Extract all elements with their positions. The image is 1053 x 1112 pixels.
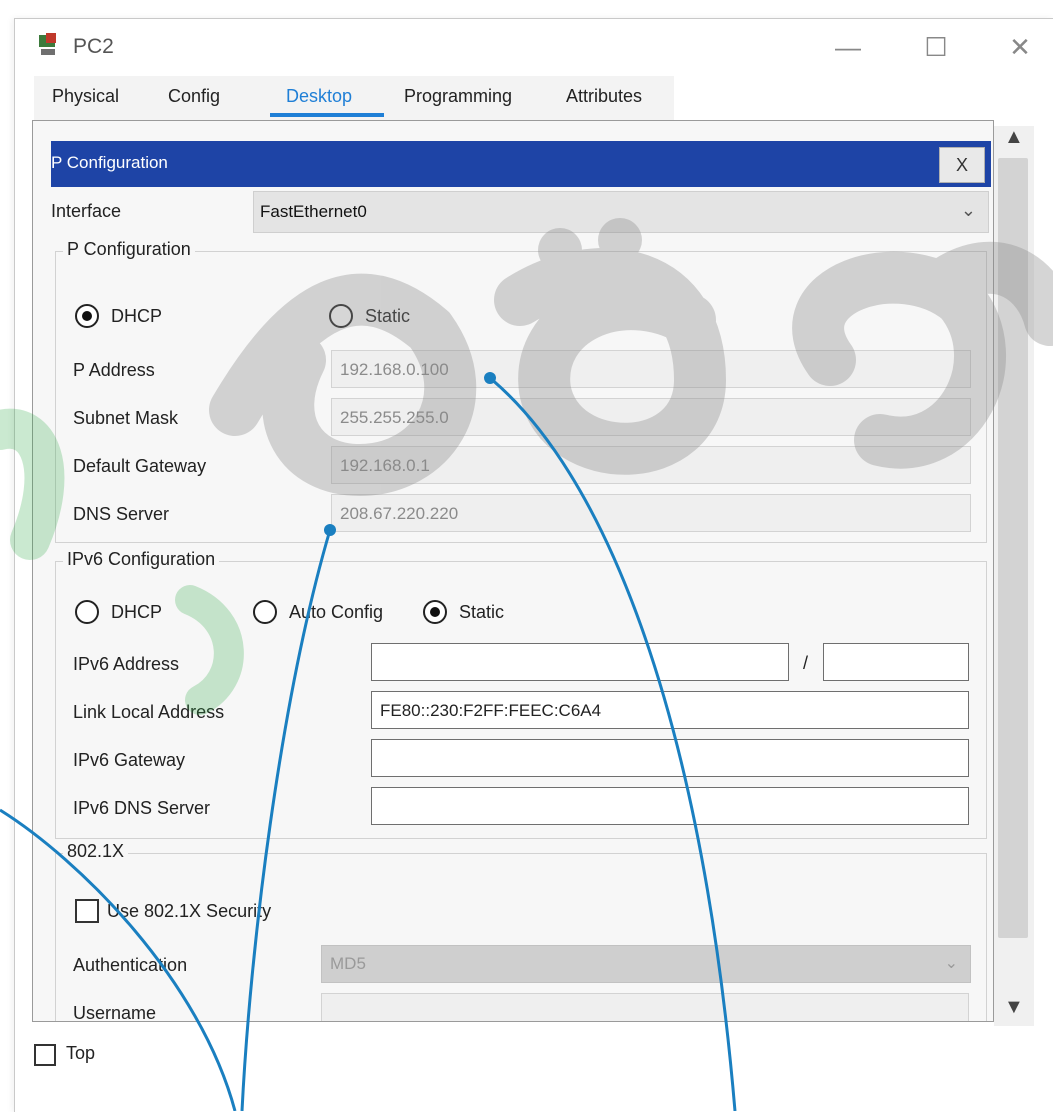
ipv6-dhcp-label: DHCP — [111, 602, 163, 622]
ipv6-gateway-field[interactable] — [371, 739, 969, 777]
tab-config[interactable]: Config — [168, 86, 220, 107]
username-field[interactable] — [321, 993, 969, 1021]
ipv6-static-radio[interactable] — [423, 600, 447, 624]
default-gateway-value: 192.168.0.1 — [340, 456, 430, 475]
ip-address-field[interactable]: 192.168.0.100 — [331, 350, 971, 388]
ipv4-static-radio[interactable] — [329, 304, 353, 328]
link-local-field[interactable]: FE80::230:F2FF:FEEC:C6A4 — [371, 691, 969, 729]
ipv6-legend: IPv6 Configuration — [63, 549, 220, 570]
ipv6-auto-config-radio[interactable] — [253, 600, 277, 624]
chevron-down-icon: ⌄ — [960, 200, 976, 220]
authentication-label: Authentication — [73, 955, 188, 975]
window-title: PC2 — [73, 35, 114, 58]
ipv4-static-label: Static — [365, 306, 411, 326]
active-tab-indicator — [270, 113, 384, 117]
tab-attributes[interactable]: Attributes — [566, 86, 642, 107]
prefix-separator: / — [803, 653, 809, 673]
ipv4-dhcp-radio[interactable] — [75, 304, 99, 328]
ipv6-auto-config-label: Auto Config — [289, 602, 384, 622]
ip-config-close-button[interactable]: X — [939, 147, 985, 183]
ipv4-dhcp-label: DHCP — [111, 306, 163, 326]
dns-server-label: DNS Server — [73, 504, 170, 524]
dot1x-legend: 802.1X — [63, 841, 129, 862]
interface-value: FastEthernet0 — [260, 202, 367, 221]
ipv6-static-label: Static — [459, 602, 505, 622]
ip-config-title: P Configuration — [51, 153, 168, 172]
ipv6-prefix-field[interactable] — [823, 643, 969, 681]
default-gateway-label: Default Gateway — [73, 456, 207, 476]
close-window-button[interactable]: ✕ — [995, 27, 1045, 67]
ipv4-legend: P Configuration — [63, 239, 195, 260]
ip-address-label: P Address — [73, 360, 155, 380]
pc-icon — [39, 33, 56, 55]
link-local-value: FE80::230:F2FF:FEEC:C6A4 — [380, 701, 602, 720]
maximize-button[interactable]: ☐ — [911, 27, 961, 67]
subnet-mask-label: Subnet Mask — [73, 408, 179, 428]
use-8021x-checkbox[interactable] — [75, 899, 99, 923]
authentication-value: MD5 — [330, 954, 366, 973]
chevron-down-icon: ⌄ — [944, 955, 958, 972]
tab-programming[interactable]: Programming — [404, 86, 512, 107]
link-local-label: Link Local Address — [73, 702, 225, 722]
top-label: Top — [66, 1043, 96, 1063]
tab-bar: Physical Config Desktop Programming Attr… — [34, 76, 674, 120]
interface-label: Interface — [51, 201, 122, 221]
subnet-mask-field[interactable]: 255.255.255.0 — [331, 398, 971, 436]
ip-address-value: 192.168.0.100 — [340, 360, 449, 379]
ipv6-address-field[interactable] — [371, 643, 789, 681]
subnet-mask-value: 255.255.255.0 — [340, 408, 449, 427]
dns-server-field[interactable]: 208.67.220.220 — [331, 494, 971, 532]
scroll-up-icon[interactable]: ▲ — [1004, 126, 1024, 149]
ipv6-dns-label: IPv6 DNS Server — [73, 798, 211, 818]
authentication-select[interactable]: MD5 ⌄ — [321, 945, 971, 983]
use-8021x-label: Use 802.1X Security — [107, 901, 272, 921]
vertical-scrollbar[interactable]: ▲ ▼ — [994, 126, 1034, 1026]
tab-physical[interactable]: Physical — [52, 86, 119, 107]
top-checkbox[interactable] — [34, 1044, 56, 1066]
desktop-content: P Configuration X Interface FastEthernet… — [32, 120, 994, 1022]
dns-server-value: 208.67.220.220 — [340, 504, 459, 523]
ipv6-dhcp-radio[interactable] — [75, 600, 99, 624]
username-label: Username — [73, 1003, 157, 1022]
interface-select[interactable]: FastEthernet0 ⌄ — [253, 191, 989, 233]
ip-config-header: P Configuration X — [51, 141, 991, 187]
scroll-thumb[interactable] — [998, 158, 1028, 938]
ipv6-dns-field[interactable] — [371, 787, 969, 825]
ipv6-gateway-label: IPv6 Gateway — [73, 750, 186, 770]
default-gateway-field[interactable]: 192.168.0.1 — [331, 446, 971, 484]
tab-desktop[interactable]: Desktop — [286, 86, 352, 107]
title-bar: PC2 — ☐ ✕ — [15, 19, 1053, 77]
ipv6-address-label: IPv6 Address — [73, 654, 180, 674]
scroll-down-icon[interactable]: ▼ — [1004, 996, 1024, 1019]
minimize-button[interactable]: — — [823, 27, 873, 67]
